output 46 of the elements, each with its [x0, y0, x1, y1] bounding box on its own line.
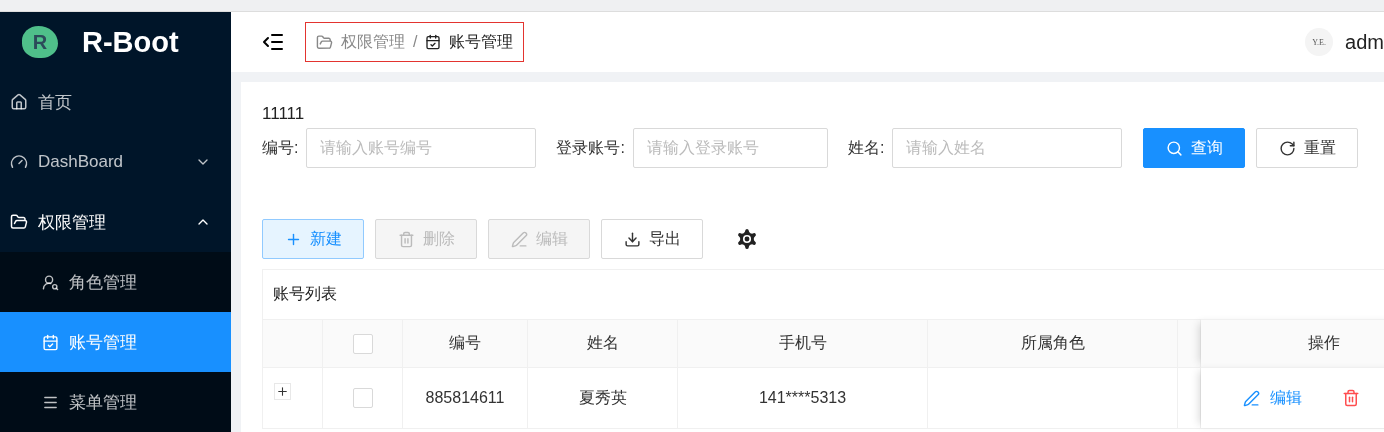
folder-icon: [316, 33, 333, 51]
user-avatar[interactable]: Y.E.: [1305, 28, 1334, 56]
field-label: 登录账号:: [556, 137, 625, 158]
breadcrumb-separator: /: [413, 33, 418, 51]
app-title: R-Boot: [82, 25, 179, 59]
breadcrumb-item: 账号管理: [449, 31, 514, 52]
input-field[interactable]: 请输入姓名: [892, 128, 1123, 168]
header-cell: [1178, 319, 1201, 367]
input-field[interactable]: 请输入登录账号: [632, 128, 828, 168]
column-header: 姓名: [528, 319, 678, 367]
breadcrumb-item[interactable]: 权限管理: [341, 31, 405, 53]
delete-icon[interactable]: [1342, 389, 1360, 407]
page-code: 11111: [262, 104, 306, 124]
table-title: 账号列表: [272, 284, 338, 304]
table-cell: 141****5313: [678, 367, 928, 428]
reset-button[interactable]: 重置: [1256, 128, 1359, 168]
download-icon: [623, 230, 641, 248]
logo-mark: R: [22, 26, 58, 58]
user-icon: [42, 273, 59, 291]
field-label: 编号:: [262, 137, 299, 158]
input-field[interactable]: 请输入账号编号: [306, 128, 537, 168]
column-header: 所属角色: [928, 319, 1178, 367]
column-header: 操作: [1201, 319, 1384, 367]
checkbox[interactable]: [352, 388, 373, 408]
user-name[interactable]: adm: [1345, 30, 1384, 54]
column-header: 手机号: [678, 319, 928, 367]
home-icon: [10, 93, 28, 111]
folder-icon: [10, 213, 28, 231]
trash-icon: [397, 230, 415, 248]
search-icon: [1165, 139, 1183, 157]
column-header: 编号: [403, 319, 528, 367]
table-cell: 夏秀英: [528, 367, 678, 428]
plus-icon: [276, 384, 289, 398]
pen-icon: [1243, 389, 1260, 407]
gauge-icon: [10, 153, 28, 171]
sidebar-subitem[interactable]: 角色管理: [0, 252, 231, 312]
sidebar-subitem[interactable]: 菜单管理: [0, 372, 231, 432]
field-label: 姓名:: [847, 137, 885, 158]
expand-button[interactable]: [274, 382, 291, 400]
reload-icon: [1278, 139, 1296, 157]
table-cell: 885814611: [403, 367, 528, 428]
toolbar-button[interactable]: 导出: [601, 219, 703, 259]
calendar-icon: [42, 333, 59, 351]
checkbox[interactable]: [352, 333, 373, 354]
calendar-icon: [425, 34, 442, 50]
pen-icon: [510, 230, 528, 248]
